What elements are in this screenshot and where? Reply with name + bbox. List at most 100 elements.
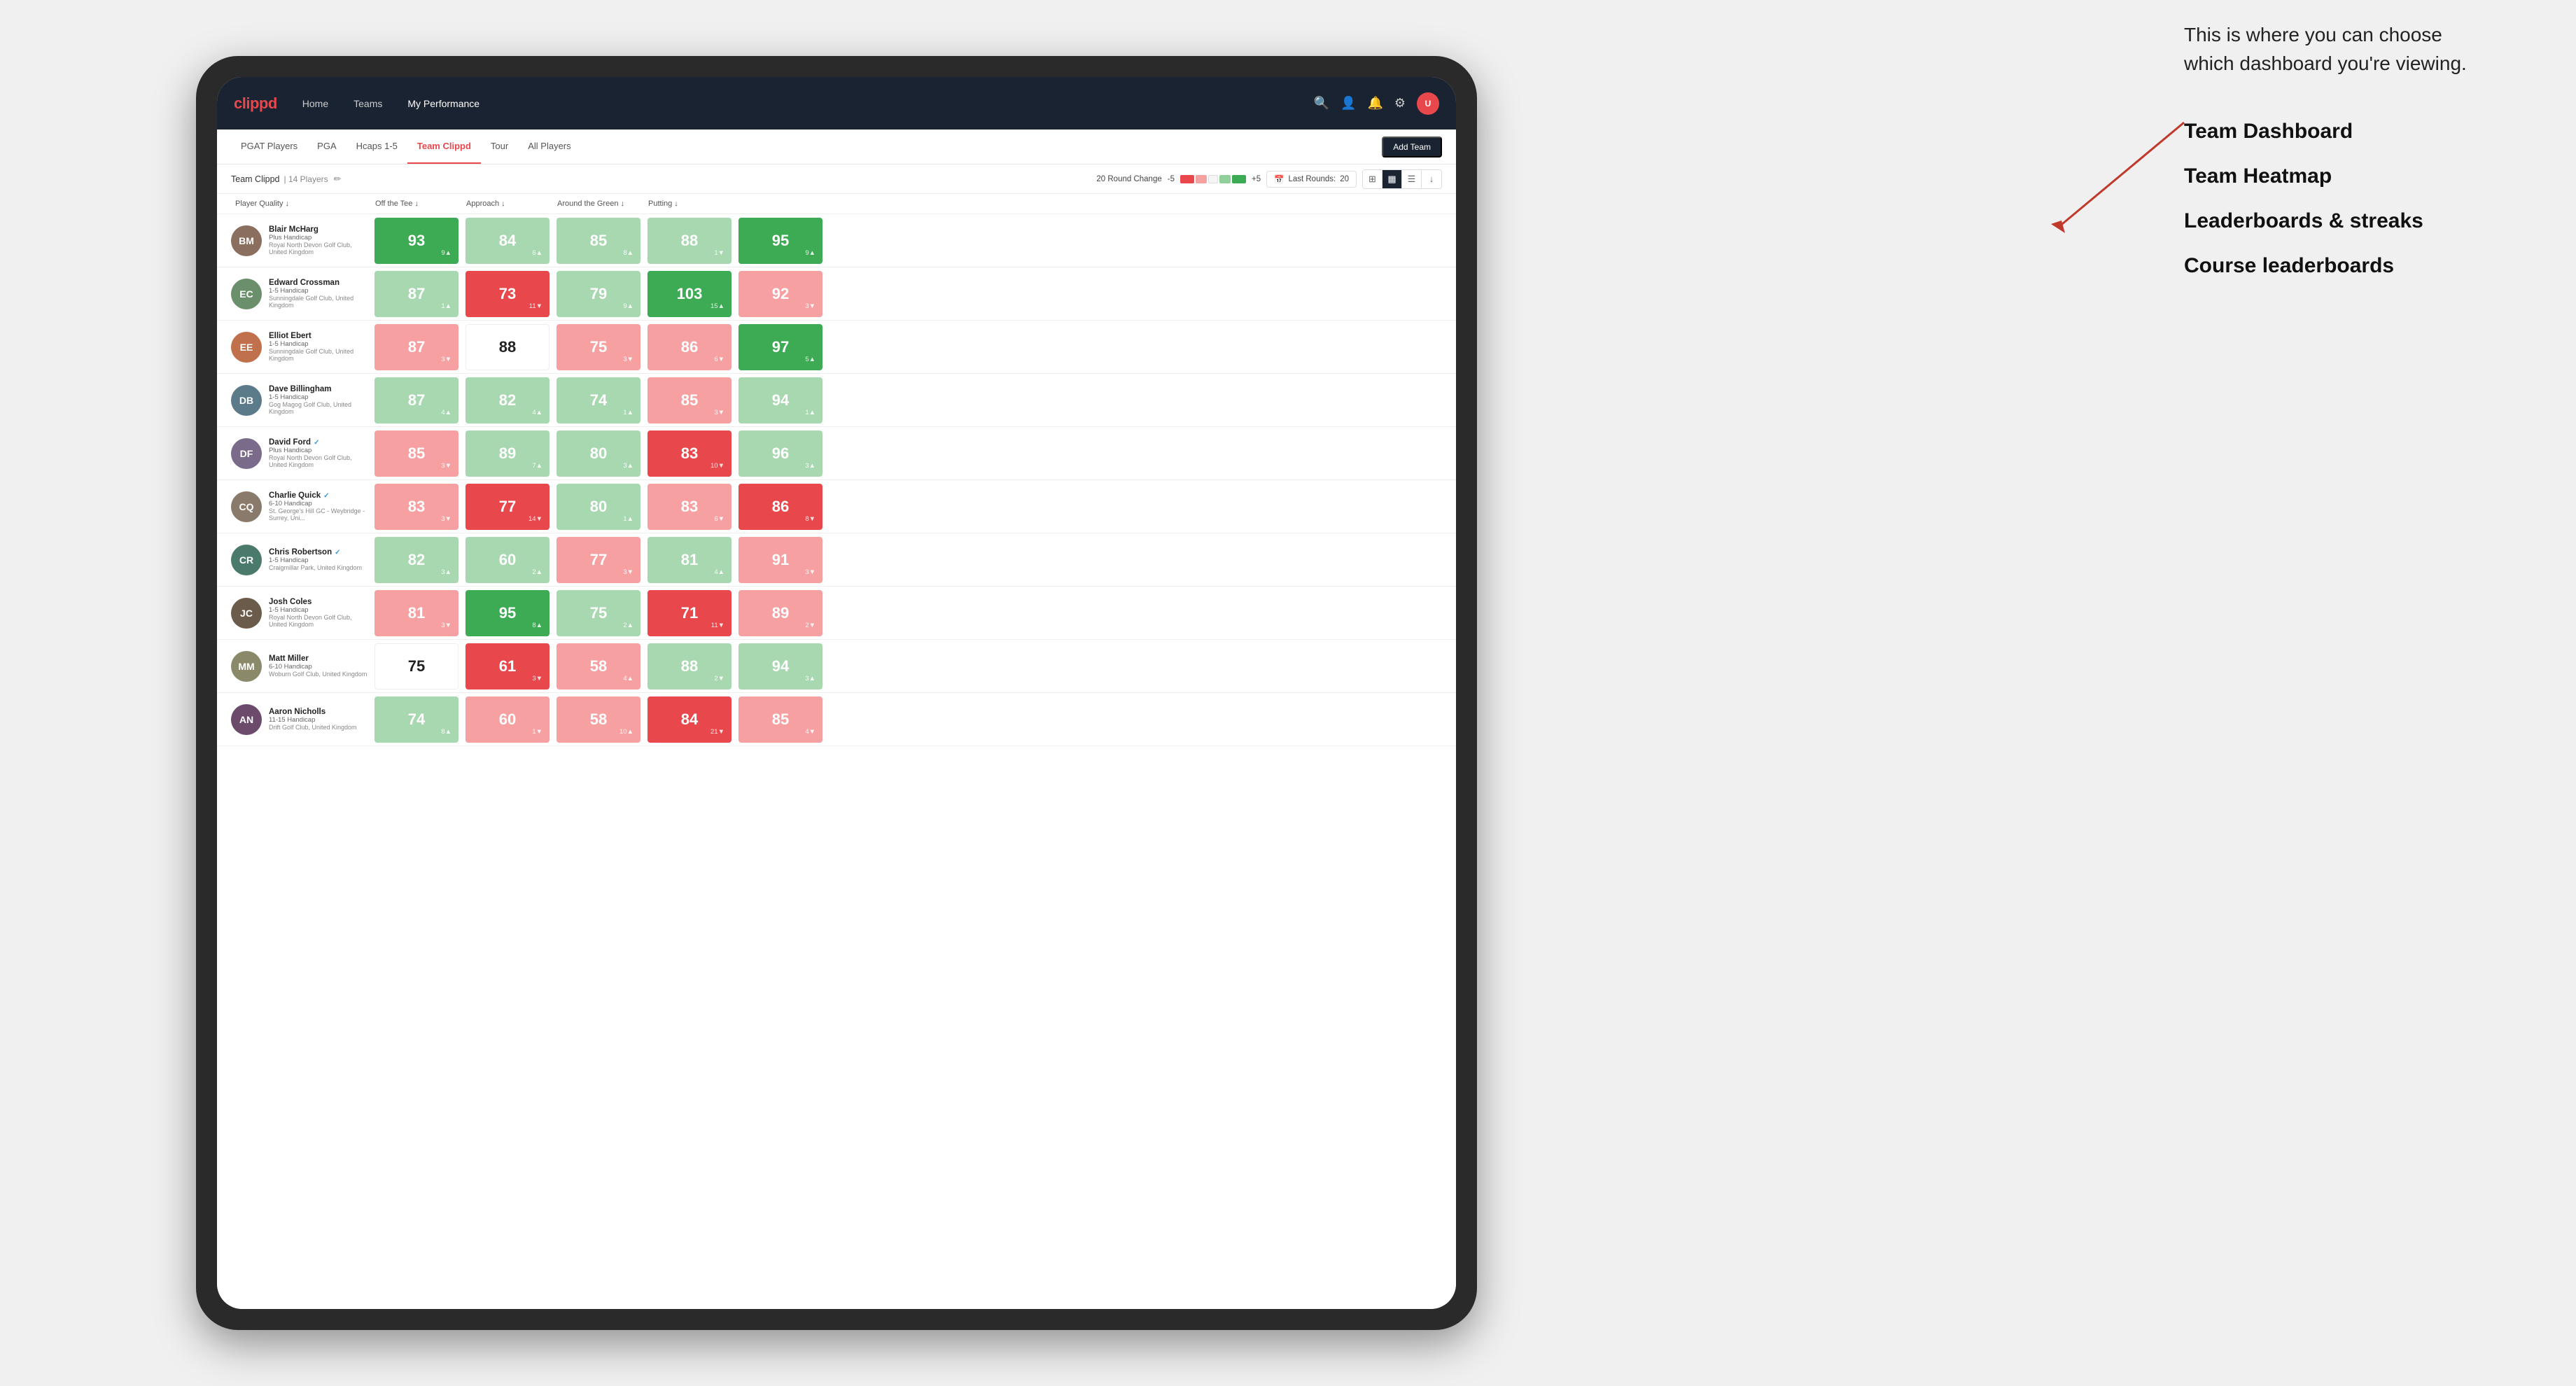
score-cell: 858▲ [556,218,640,264]
table-row[interactable]: ANAaron Nicholls11-15 HandicapDrift Golf… [217,693,1456,746]
list-view-button[interactable]: ☰ [1402,170,1422,188]
add-team-button[interactable]: Add Team [1382,136,1442,158]
user-icon[interactable]: 👤 [1340,96,1356,111]
score-cell: 923▼ [738,271,822,317]
player-details: Edward Crossman1-5 HandicapSunningdale G… [269,279,371,309]
player-rows: BMBlair McHargPlus HandicapRoyal North D… [217,214,1456,746]
table-row[interactable]: BMBlair McHargPlus HandicapRoyal North D… [217,214,1456,267]
table-row[interactable]: MMMatt Miller6-10 HandicapWoburn Golf Cl… [217,640,1456,693]
score-value: 74 [590,391,607,410]
col-approach-label: Approach ↓ [466,200,505,208]
table-row[interactable]: DFDavid Ford✓Plus HandicapRoyal North De… [217,427,1456,480]
last-rounds-button[interactable]: 📅 Last Rounds: 20 [1266,171,1357,188]
player-details: Charlie Quick✓6-10 HandicapSt. George's … [269,491,371,522]
score-value: 83 [681,444,698,463]
score-value: 103 [677,285,703,303]
player-handicap: 6-10 Handicap [269,663,367,671]
score-cell: 824▲ [465,377,550,424]
col-player[interactable]: Player Quality ↓ [231,194,371,214]
col-off-tee[interactable]: Off the Tee ↓ [371,194,462,214]
player-details: Dave Billingham1-5 HandicapGog Magog Gol… [269,385,371,415]
table-row[interactable]: DBDave Billingham1-5 HandicapGog Magog G… [217,374,1456,427]
col-putting-label: Putting ↓ [648,200,678,208]
score-change: 6▼ [714,515,724,523]
table-row[interactable]: ECEdward Crossman1-5 HandicapSunningdale… [217,267,1456,321]
dashboard-menu-list: Team DashboardTeam HeatmapLeaderboards &… [2184,120,2492,278]
grid-view-button[interactable]: ⊞ [1363,170,1382,188]
score-cell: 866▼ [648,324,732,370]
app-logo: clippd [234,94,277,113]
sub-tab-all-players[interactable]: All Players [518,130,580,164]
player-handicap: 1-5 Handicap [269,287,371,295]
nav-link-home[interactable]: Home [297,95,334,112]
player-info-cell: JCJosh Coles1-5 HandicapRoyal North Devo… [231,592,371,634]
score-change: 10▲ [620,728,634,736]
score-value: 60 [499,710,516,729]
nav-link-my-performance[interactable]: My Performance [402,95,485,112]
menu-list-item: Team Heatmap [2184,164,2492,188]
user-avatar[interactable]: U [1417,92,1439,115]
score-change: 2▲ [532,568,542,576]
score-value: 80 [590,498,607,516]
score-change: 3▼ [805,302,816,310]
table-row[interactable]: CRChris Robertson✓1-5 HandicapCraigmilla… [217,533,1456,587]
score-value: 84 [499,232,516,250]
col-putting[interactable]: Putting ↓ [644,194,735,214]
score-cell: 613▼ [465,643,550,690]
player-club: Sunningdale Golf Club, United Kingdom [269,295,371,309]
score-change: 2▲ [623,622,634,629]
score-cell: 813▼ [374,590,458,636]
score-change: 4▲ [441,409,451,416]
player-name: Edward Crossman [269,279,371,287]
edit-team-icon[interactable]: ✏ [334,174,342,185]
bell-icon[interactable]: 🔔 [1367,96,1382,111]
sub-tab-hcaps-1-5[interactable]: Hcaps 1-5 [346,130,407,164]
score-value: 82 [408,551,425,569]
score-cell: 853▼ [648,377,732,424]
score-value: 88 [681,232,698,250]
score-value: 88 [681,657,698,676]
table-row[interactable]: JCJosh Coles1-5 HandicapRoyal North Devo… [217,587,1456,640]
player-name: Elliot Ebert [269,332,371,340]
score-value: 71 [681,604,698,622]
settings-icon[interactable]: ⚙ [1394,96,1406,111]
score-cell: 897▲ [465,430,550,477]
score-cell: 75 [374,643,458,690]
score-change: 6▲ [532,249,542,257]
score-change: 2▼ [714,675,724,682]
score-value: 60 [499,551,516,569]
sub-tab-tour[interactable]: Tour [481,130,518,164]
player-info-cell: DFDavid Ford✓Plus HandicapRoyal North De… [231,433,371,475]
score-cell: 853▼ [374,430,458,477]
player-name: Charlie Quick✓ [269,491,371,500]
hm-light-green [1219,175,1231,183]
sub-tab-team-clippd[interactable]: Team Clippd [407,130,481,164]
nav-link-teams[interactable]: Teams [348,95,388,112]
score-cell: 82 3▲ [374,537,458,583]
score-cell: 874▲ [374,377,458,424]
player-handicap: 1-5 Handicap [269,606,371,614]
score-change: 1▲ [805,409,816,416]
score-value: 61 [499,657,516,676]
score-value: 83 [408,498,425,516]
sub-tab-pga[interactable]: PGA [307,130,346,164]
table-row[interactable]: CQCharlie Quick✓6-10 HandicapSt. George'… [217,480,1456,533]
score-cell: 741▲ [556,377,640,424]
sub-tab-pgat-players[interactable]: PGAT Players [231,130,307,164]
table-row[interactable]: EEElliot Ebert1-5 HandicapSunningdale Go… [217,321,1456,374]
score-value: 94 [772,657,789,676]
heatmap-view-button[interactable]: ▦ [1382,170,1402,188]
score-change: 3▲ [441,568,451,576]
col-around-green[interactable]: Around the Green ↓ [553,194,644,214]
score-value: 84 [681,710,698,729]
player-info-cell: CRChris Robertson✓1-5 HandicapCraigmilla… [231,539,371,581]
player-club: Gog Magog Golf Club, United Kingdom [269,401,371,415]
export-button[interactable]: ↓ [1422,170,1441,188]
round-low: -5 [1168,175,1175,183]
search-icon[interactable]: 🔍 [1314,96,1329,111]
player-handicap: 6-10 Handicap [269,500,371,507]
score-cell: 871▲ [374,271,458,317]
col-approach[interactable]: Approach ↓ [462,194,553,214]
score-cell: 60 2▲ [465,537,550,583]
score-cell: 799▲ [556,271,640,317]
